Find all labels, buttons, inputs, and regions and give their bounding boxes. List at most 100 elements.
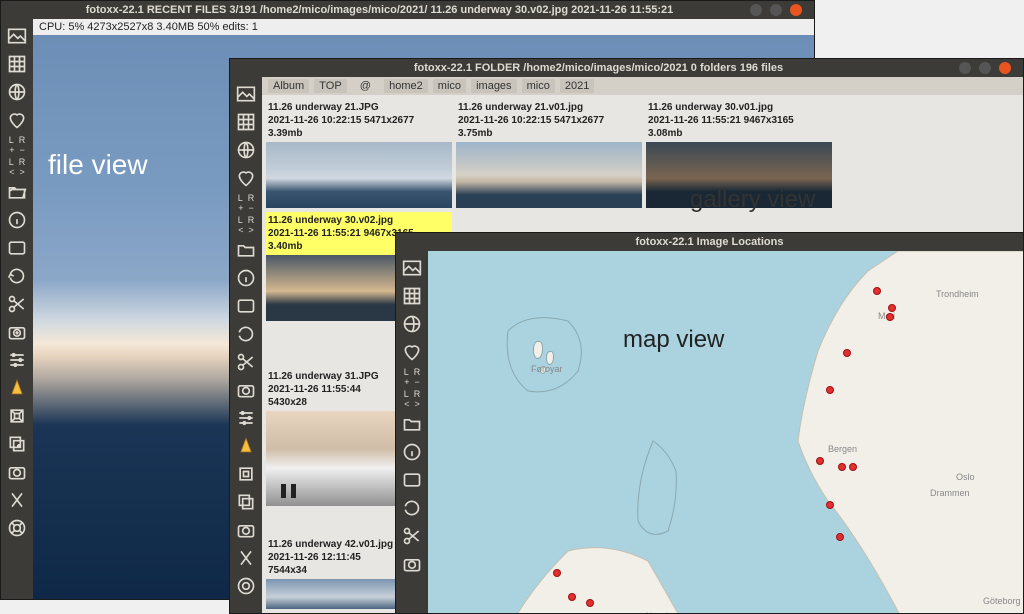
layers-plus-icon[interactable] bbox=[4, 431, 30, 457]
window2-toolbar: L R+ − L R< > bbox=[230, 77, 262, 613]
undo-icon[interactable] bbox=[399, 495, 425, 521]
minimize-icon[interactable] bbox=[750, 4, 762, 16]
undo-icon[interactable] bbox=[4, 263, 30, 289]
map-pin[interactable] bbox=[816, 457, 824, 465]
city-label: Oslo bbox=[956, 472, 975, 482]
window2-titlebar[interactable]: fotoxx-22.1 FOLDER /home2/mico/images/mi… bbox=[230, 59, 1023, 77]
map-view-window: fotoxx-22.1 Image Locations L R+ − L R< … bbox=[395, 232, 1024, 614]
lifebuoy-icon[interactable] bbox=[233, 573, 259, 599]
window3-toolbar: L R+ − L R< > bbox=[396, 251, 428, 613]
lr-plus-icon[interactable]: L R+ − bbox=[9, 135, 26, 155]
camera-icon[interactable] bbox=[233, 517, 259, 543]
heart-icon[interactable] bbox=[399, 339, 425, 365]
breadcrumb-part[interactable]: 2021 bbox=[560, 79, 594, 93]
lifebuoy-icon[interactable] bbox=[4, 515, 30, 541]
sliders-icon[interactable] bbox=[233, 405, 259, 431]
window2-title: fotoxx-22.1 FOLDER /home2/mico/images/mi… bbox=[238, 62, 959, 74]
grid-icon[interactable] bbox=[4, 51, 30, 77]
lr-nav-icon[interactable]: L R< > bbox=[404, 389, 421, 409]
map-pin[interactable] bbox=[838, 463, 846, 471]
map-pin[interactable] bbox=[849, 463, 857, 471]
folder-open-icon[interactable] bbox=[399, 411, 425, 437]
breadcrumb-part[interactable]: home2 bbox=[384, 79, 428, 93]
map-pin[interactable] bbox=[553, 569, 561, 577]
map-pin[interactable] bbox=[886, 313, 894, 321]
window1-titlebar[interactable]: fotoxx-22.1 RECENT FILES 3/191 /home2/mi… bbox=[1, 1, 814, 19]
city-label: Aberdeen bbox=[644, 611, 683, 613]
map-pin[interactable] bbox=[843, 349, 851, 357]
minimize-icon[interactable] bbox=[959, 62, 971, 74]
grid-icon[interactable] bbox=[399, 283, 425, 309]
lr-plus-icon[interactable]: L R+ − bbox=[404, 367, 421, 387]
thumbnail[interactable]: 11.26 underway 31.JPG2021-11-26 11:55:44… bbox=[266, 368, 396, 506]
perspective-icon[interactable] bbox=[233, 461, 259, 487]
heart-icon[interactable] bbox=[4, 107, 30, 133]
lr-nav-icon[interactable]: L R< > bbox=[9, 157, 26, 177]
close-icon[interactable] bbox=[999, 62, 1011, 74]
image-icon[interactable] bbox=[233, 81, 259, 107]
thumbnail[interactable]: 11.26 underway 21.JPG2021-11-26 10:22:15… bbox=[266, 99, 452, 208]
breadcrumb-part[interactable]: images bbox=[471, 79, 516, 93]
gallery-view-label: gallery view bbox=[690, 186, 815, 214]
map-pin[interactable] bbox=[836, 533, 844, 541]
camera-plus-icon[interactable] bbox=[4, 319, 30, 345]
scissors-icon[interactable] bbox=[233, 349, 259, 375]
file-view-label: file view bbox=[48, 149, 148, 181]
tools-icon[interactable] bbox=[4, 487, 30, 513]
perspective-icon[interactable] bbox=[4, 403, 30, 429]
city-label: Göteborg bbox=[983, 596, 1021, 606]
blank-icon[interactable] bbox=[399, 467, 425, 493]
info-icon[interactable] bbox=[4, 207, 30, 233]
map-canvas[interactable]: Bergen Oslo Drammen Trondheim Mo i Göteb… bbox=[428, 251, 1023, 613]
map-pin[interactable] bbox=[568, 593, 576, 601]
scissors-icon[interactable] bbox=[399, 523, 425, 549]
close-icon[interactable] bbox=[790, 4, 802, 16]
camera-plus-icon[interactable] bbox=[233, 377, 259, 403]
folder-open-icon[interactable] bbox=[4, 179, 30, 205]
tools-icon[interactable] bbox=[233, 545, 259, 571]
thumbnail[interactable]: 11.26 underway 21.v01.jpg2021-11-26 10:2… bbox=[456, 99, 642, 208]
map-pin[interactable] bbox=[888, 304, 896, 312]
maximize-icon[interactable] bbox=[979, 62, 991, 74]
breadcrumb-top[interactable]: TOP bbox=[314, 79, 346, 93]
thumb-image bbox=[266, 142, 452, 208]
thumb-image bbox=[456, 142, 642, 208]
blank-icon[interactable] bbox=[4, 235, 30, 261]
thumbnail[interactable]: 11.26 underway 42.v01.jpg2021-11-26 12:1… bbox=[266, 536, 396, 609]
grid-icon[interactable] bbox=[233, 109, 259, 135]
heart-icon[interactable] bbox=[233, 165, 259, 191]
breadcrumb-at: @ bbox=[355, 79, 376, 93]
info-icon[interactable] bbox=[399, 439, 425, 465]
map-pin[interactable] bbox=[873, 287, 881, 295]
globe-icon[interactable] bbox=[233, 137, 259, 163]
city-label: Drammen bbox=[930, 488, 970, 498]
folder-open-icon[interactable] bbox=[233, 237, 259, 263]
breadcrumb-part[interactable]: mico bbox=[522, 79, 555, 93]
map-pin[interactable] bbox=[586, 599, 594, 607]
globe-icon[interactable] bbox=[4, 79, 30, 105]
maximize-icon[interactable] bbox=[770, 4, 782, 16]
image-icon[interactable] bbox=[4, 23, 30, 49]
breadcrumb-album[interactable]: Album bbox=[268, 79, 309, 93]
cone-icon[interactable] bbox=[233, 433, 259, 459]
window3-titlebar[interactable]: fotoxx-22.1 Image Locations bbox=[396, 233, 1023, 251]
map-pin[interactable] bbox=[826, 386, 834, 394]
layers-plus-icon[interactable] bbox=[233, 489, 259, 515]
scissors-icon[interactable] bbox=[4, 291, 30, 317]
map-pin[interactable] bbox=[826, 501, 834, 509]
lr-nav-icon[interactable]: L R< > bbox=[238, 215, 255, 235]
breadcrumb-part[interactable]: mico bbox=[433, 79, 466, 93]
cone-icon[interactable] bbox=[4, 375, 30, 401]
city-label: Føroyar bbox=[531, 364, 563, 374]
lr-plus-icon[interactable]: L R+ − bbox=[238, 193, 255, 213]
image-icon[interactable] bbox=[399, 255, 425, 281]
globe-icon[interactable] bbox=[399, 311, 425, 337]
camera-plus-icon[interactable] bbox=[399, 551, 425, 577]
undo-icon[interactable] bbox=[233, 321, 259, 347]
info-icon[interactable] bbox=[233, 265, 259, 291]
blank-icon[interactable] bbox=[233, 293, 259, 319]
camera-icon[interactable] bbox=[4, 459, 30, 485]
window3-title: fotoxx-22.1 Image Locations bbox=[404, 236, 1015, 248]
sliders-icon[interactable] bbox=[4, 347, 30, 373]
breadcrumb: Album TOP @ home2 mico images mico 2021 bbox=[262, 77, 1023, 95]
